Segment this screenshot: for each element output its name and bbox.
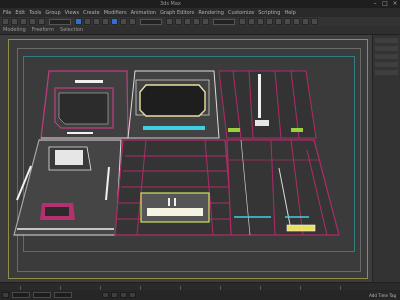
menu-scripting[interactable]: Scripting bbox=[258, 10, 280, 16]
application-window: 3ds Max – □ × File Edit Tools Group View… bbox=[0, 0, 400, 300]
command-panel-row[interactable] bbox=[375, 70, 398, 75]
tab-selection[interactable]: Selection bbox=[60, 27, 83, 33]
mesh-panel-top-middle[interactable] bbox=[127, 70, 220, 139]
scene-geometry[interactable] bbox=[9, 40, 369, 280]
viewport-area bbox=[0, 35, 400, 282]
select-by-name-icon[interactable] bbox=[84, 18, 91, 25]
window-title: 3ds Max bbox=[160, 1, 181, 7]
menu-group[interactable]: Group bbox=[45, 10, 60, 16]
menu-graph-editors[interactable]: Graph Editors bbox=[160, 10, 194, 16]
menu-bar: File Edit Tools Group Views Create Modif… bbox=[0, 8, 400, 17]
menu-help[interactable]: Help bbox=[284, 10, 295, 16]
key-mode-icon[interactable] bbox=[111, 292, 118, 298]
rectangular-selection-icon[interactable] bbox=[93, 18, 100, 25]
redo-icon[interactable] bbox=[11, 18, 18, 25]
tab-freeform[interactable]: Freeform bbox=[32, 27, 54, 33]
material-editor-icon[interactable] bbox=[284, 18, 291, 25]
bind-space-warp-icon[interactable] bbox=[38, 18, 45, 25]
command-panel bbox=[372, 35, 400, 282]
status-bar: Add Time Tag bbox=[0, 290, 400, 300]
ribbon-tabs: Modeling Freeform Selection bbox=[0, 26, 400, 35]
menu-create[interactable]: Create bbox=[83, 10, 100, 16]
mesh-panel-top-left[interactable] bbox=[40, 70, 129, 139]
mesh-panel-bottom-right[interactable] bbox=[226, 139, 340, 236]
next-frame-icon[interactable] bbox=[129, 292, 136, 298]
mesh-panel-top-right[interactable] bbox=[218, 70, 317, 139]
command-panel-row[interactable] bbox=[375, 38, 398, 43]
status-hint[interactable]: Add Time Tag bbox=[369, 293, 396, 298]
layer-explorer-icon[interactable] bbox=[257, 18, 264, 25]
menu-file[interactable]: File bbox=[3, 10, 11, 16]
selection-filter-dropdown[interactable] bbox=[49, 18, 71, 25]
render-setup-icon[interactable] bbox=[293, 18, 300, 25]
undo-icon[interactable] bbox=[2, 18, 9, 25]
schematic-view-icon[interactable] bbox=[275, 18, 282, 25]
coordinate-y-field[interactable] bbox=[33, 292, 51, 298]
menu-tools[interactable]: Tools bbox=[29, 10, 41, 16]
unlink-icon[interactable] bbox=[29, 18, 36, 25]
render-frame-icon[interactable] bbox=[302, 18, 309, 25]
mesh-panel-bottom-middle[interactable] bbox=[114, 139, 234, 236]
curve-editor-icon[interactable] bbox=[266, 18, 273, 25]
select-object-icon[interactable] bbox=[75, 18, 82, 25]
main-toolbar bbox=[0, 17, 400, 26]
coordinate-x-field[interactable] bbox=[12, 292, 30, 298]
maximize-icon[interactable]: □ bbox=[380, 0, 390, 8]
angle-snap-icon[interactable] bbox=[184, 18, 191, 25]
command-panel-row[interactable] bbox=[375, 54, 398, 59]
mesh-panel-bottom-left[interactable] bbox=[13, 139, 122, 236]
coordinate-z-field[interactable] bbox=[54, 292, 72, 298]
lock-icon[interactable] bbox=[102, 292, 109, 298]
menu-customize[interactable]: Customize bbox=[228, 10, 254, 16]
menu-modifiers[interactable]: Modifiers bbox=[104, 10, 127, 16]
command-panel-row[interactable] bbox=[375, 46, 398, 51]
spinner-snap-icon[interactable] bbox=[202, 18, 209, 25]
mirror-icon[interactable] bbox=[239, 18, 246, 25]
close-icon[interactable]: × bbox=[390, 0, 400, 8]
tab-modeling[interactable]: Modeling bbox=[3, 27, 26, 33]
align-icon[interactable] bbox=[248, 18, 255, 25]
scale-icon[interactable] bbox=[129, 18, 136, 25]
window-crossing-icon[interactable] bbox=[102, 18, 109, 25]
pivot-icon[interactable] bbox=[166, 18, 173, 25]
move-icon[interactable] bbox=[111, 18, 118, 25]
reference-coordinate-dropdown[interactable] bbox=[140, 18, 162, 25]
menu-rendering[interactable]: Rendering bbox=[198, 10, 224, 16]
snaps-toggle-icon[interactable] bbox=[175, 18, 182, 25]
command-panel-row[interactable] bbox=[375, 62, 398, 67]
title-bar: 3ds Max – □ × bbox=[0, 0, 400, 8]
percent-snap-icon[interactable] bbox=[193, 18, 200, 25]
menu-views[interactable]: Views bbox=[65, 10, 79, 16]
play-icon[interactable] bbox=[120, 292, 127, 298]
link-icon[interactable] bbox=[20, 18, 27, 25]
menu-animation[interactable]: Animation bbox=[131, 10, 157, 16]
menu-edit[interactable]: Edit bbox=[15, 10, 25, 16]
maxscript-listener-icon[interactable] bbox=[2, 292, 9, 298]
rotate-icon[interactable] bbox=[120, 18, 127, 25]
minimize-icon[interactable]: – bbox=[370, 0, 380, 8]
render-production-icon[interactable] bbox=[311, 18, 318, 25]
perspective-viewport[interactable] bbox=[8, 39, 368, 279]
time-slider[interactable] bbox=[0, 282, 400, 290]
named-selection-dropdown[interactable] bbox=[213, 18, 235, 25]
